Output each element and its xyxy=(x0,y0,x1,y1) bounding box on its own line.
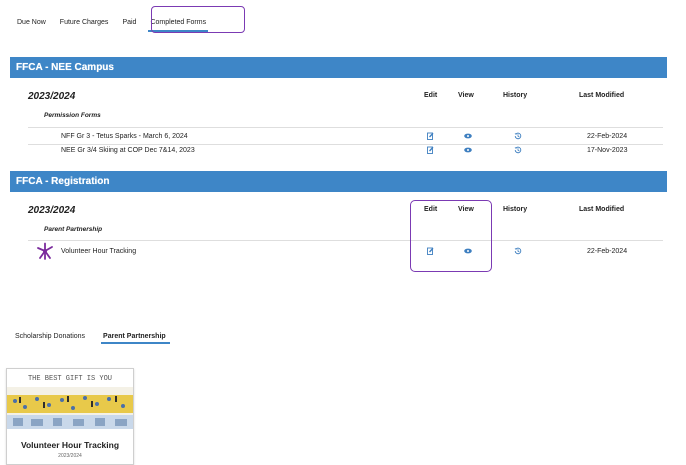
section-header-nee-campus: FFCA - NEE Campus xyxy=(10,57,667,78)
column-last-modified: Last Modified xyxy=(579,92,625,99)
category-parent-partnership: Parent Partnership xyxy=(44,226,103,233)
view-eye-icon[interactable] xyxy=(464,133,472,139)
card-banner-text: THE BEST GIFT IS YOU xyxy=(28,375,112,383)
last-modified-date: 17-Nov-2023 xyxy=(587,147,628,154)
column-edit: Edit xyxy=(424,92,438,99)
column-edit: Edit xyxy=(424,206,438,213)
form-card-volunteer-hour-tracking[interactable]: THE BEST GIFT IS YOU Volunteer Hour Trac… xyxy=(6,368,134,465)
tab-future-charges[interactable]: Future Charges xyxy=(58,17,111,28)
column-view: View xyxy=(458,92,474,99)
tab-parent-partnership[interactable]: Parent Partnership xyxy=(101,333,170,344)
history-icon[interactable] xyxy=(514,247,522,255)
form-name[interactable]: NFF Gr 3 - Tetus Sparks - March 6, 2024 xyxy=(61,133,188,140)
top-tabs: Due Now Future Charges Paid Completed Fo… xyxy=(15,14,208,32)
column-view: View xyxy=(458,206,474,213)
tab-scholarship-donations[interactable]: Scholarship Donations xyxy=(15,333,85,340)
category-permission-forms: Permission Forms xyxy=(44,112,101,119)
section-header-registration: FFCA - Registration xyxy=(10,171,667,192)
row-divider xyxy=(28,240,663,241)
last-modified-date: 22-Feb-2024 xyxy=(587,248,628,255)
row-divider xyxy=(28,144,663,145)
edit-icon[interactable] xyxy=(427,132,434,140)
organization-logo-icon xyxy=(37,242,53,260)
card-banner-image: THE BEST GIFT IS YOU xyxy=(7,369,133,429)
view-eye-icon[interactable] xyxy=(464,147,472,153)
column-history: History xyxy=(503,92,528,99)
last-modified-date: 22-Feb-2024 xyxy=(587,133,628,140)
edit-icon[interactable] xyxy=(427,247,434,255)
history-icon[interactable] xyxy=(514,132,522,140)
card-subtitle: 2023/2024 xyxy=(58,453,82,459)
history-icon[interactable] xyxy=(514,146,522,154)
form-name[interactable]: Volunteer Hour Tracking xyxy=(61,248,136,255)
school-year-label: 2023/2024 xyxy=(28,205,76,216)
school-year-label: 2023/2024 xyxy=(28,91,76,102)
edit-icon[interactable] xyxy=(427,146,434,154)
form-name[interactable]: NEE Gr 3/4 Skiing at COP Dec 7&14, 2023 xyxy=(61,147,195,154)
tab-completed-forms[interactable]: Completed Forms xyxy=(148,17,208,32)
annotation-highlight-edit-view xyxy=(410,200,492,272)
column-last-modified: Last Modified xyxy=(579,206,625,213)
tab-due-now[interactable]: Due Now xyxy=(15,17,48,28)
view-eye-icon[interactable] xyxy=(464,248,472,254)
column-history: History xyxy=(503,206,528,213)
card-title: Volunteer Hour Tracking xyxy=(20,440,120,450)
row-divider xyxy=(28,127,663,128)
tab-paid[interactable]: Paid xyxy=(120,17,138,28)
bottom-tabs: Scholarship Donations Parent Partnership xyxy=(15,333,170,344)
